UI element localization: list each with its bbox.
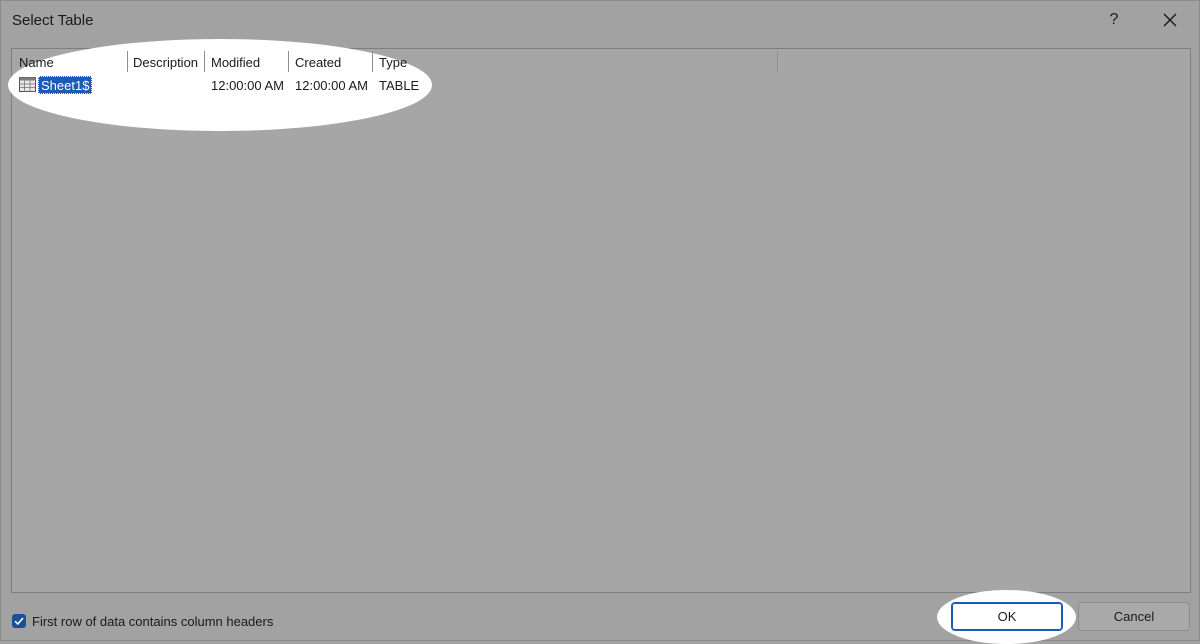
column-header-name[interactable]: Name — [12, 49, 127, 74]
dialog-title: Select Table — [12, 12, 94, 29]
column-header-type[interactable]: Type — [372, 49, 777, 74]
column-header-modified[interactable]: Modified — [204, 49, 288, 74]
ok-button[interactable]: OK — [951, 602, 1063, 631]
first-row-headers-checkbox[interactable] — [12, 614, 26, 628]
close-button[interactable] — [1158, 9, 1182, 31]
select-table-dialog: Select Table ? Name Description Modified… — [0, 0, 1200, 644]
column-divider[interactable] — [777, 51, 778, 72]
row-created: 12:00:00 AM — [295, 78, 368, 93]
first-row-headers-label[interactable]: First row of data contains column header… — [32, 614, 273, 630]
column-header-description[interactable]: Description — [126, 49, 204, 74]
checkmark-icon — [14, 617, 24, 626]
column-header-created[interactable]: Created — [288, 49, 372, 74]
help-button[interactable]: ? — [1103, 9, 1125, 31]
title-bar: Select Table ? — [1, 1, 1199, 39]
row-type: TABLE — [379, 78, 420, 93]
close-icon — [1163, 13, 1177, 27]
row-modified: 12:00:00 AM — [211, 78, 284, 93]
row-name-selected[interactable]: Sheet1$ — [38, 76, 93, 94]
table-icon — [19, 77, 36, 92]
cancel-button[interactable]: Cancel — [1078, 602, 1190, 631]
